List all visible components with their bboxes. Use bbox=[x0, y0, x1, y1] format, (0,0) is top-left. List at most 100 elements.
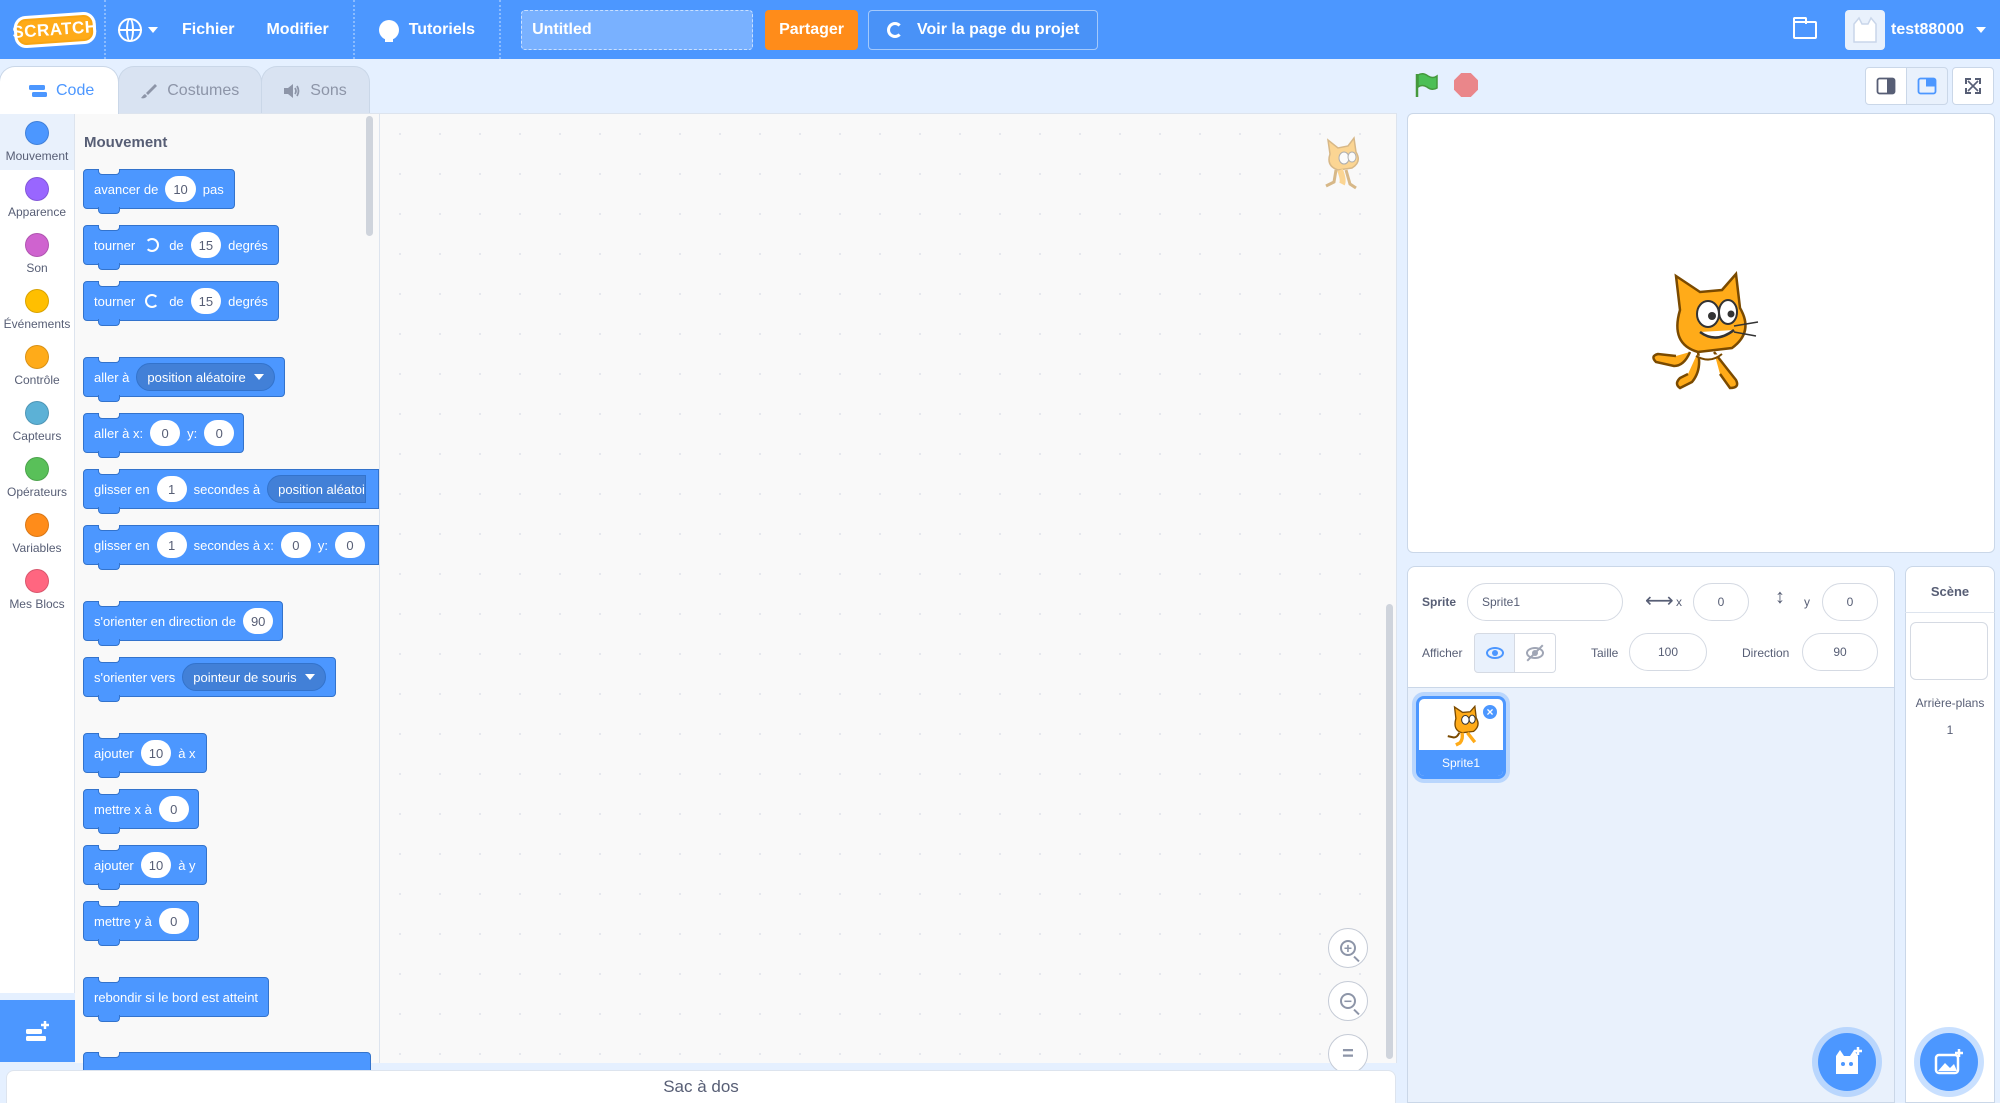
zoom-in-button[interactable]: + bbox=[1328, 928, 1368, 968]
choose-sprite-button[interactable] bbox=[1818, 1033, 1876, 1091]
x-input[interactable]: 0 bbox=[158, 796, 189, 822]
project-title-input[interactable] bbox=[521, 9, 754, 50]
category-dot bbox=[25, 177, 49, 201]
language-menu[interactable] bbox=[114, 0, 166, 59]
chevron-down-icon[interactable] bbox=[1976, 26, 1986, 33]
category-label: Son bbox=[26, 261, 48, 275]
block-glide-to[interactable]: glisser en 1 secondes à position aléatoi bbox=[83, 469, 379, 514]
towards-dropdown[interactable]: pointeur de souris bbox=[182, 663, 326, 691]
degrees-input[interactable]: 15 bbox=[190, 232, 222, 258]
category-my-blocks[interactable]: Mes Blocs bbox=[0, 562, 74, 618]
category-variables[interactable]: Variables bbox=[0, 506, 74, 562]
block-go-to-xy[interactable]: aller à x: 0 y: 0 bbox=[83, 413, 245, 458]
palette-scrollbar[interactable] bbox=[366, 116, 373, 236]
see-project-page-button[interactable]: Voir la page du projet bbox=[867, 9, 1099, 50]
block-set-y[interactable]: mettre y à 0 bbox=[83, 901, 199, 946]
rotate-right-icon bbox=[145, 238, 160, 252]
block-change-x[interactable]: ajouter 10 à x bbox=[83, 733, 207, 778]
x-input[interactable]: 0 bbox=[150, 420, 181, 446]
y-input[interactable]: 0 bbox=[334, 532, 365, 558]
category-label: Mes Blocs bbox=[9, 597, 65, 611]
y-position-input[interactable] bbox=[1822, 583, 1878, 621]
target-dropdown[interactable]: position aléatoire bbox=[136, 363, 275, 391]
show-sprite-button[interactable] bbox=[1474, 633, 1515, 673]
choose-backdrop-button[interactable] bbox=[1920, 1033, 1978, 1091]
y-input[interactable]: 0 bbox=[204, 420, 235, 446]
seconds-input[interactable]: 1 bbox=[156, 532, 187, 558]
script-area-scrollbar[interactable] bbox=[1386, 604, 1393, 1059]
sprite-name-input[interactable] bbox=[1467, 583, 1623, 621]
steps-input[interactable]: 10 bbox=[165, 176, 196, 202]
tab-sounds[interactable]: Sons bbox=[261, 66, 370, 114]
x-input[interactable]: 0 bbox=[280, 532, 311, 558]
category-motion[interactable]: Mouvement bbox=[0, 114, 74, 170]
tab-costumes[interactable]: Costumes bbox=[118, 66, 263, 114]
category-control[interactable]: Contrôle bbox=[0, 338, 74, 394]
fullscreen-button[interactable] bbox=[1952, 67, 1994, 105]
category-looks[interactable]: Apparence bbox=[0, 170, 74, 226]
large-stage-button[interactable] bbox=[1906, 67, 1948, 105]
block-glide-to-xy[interactable]: glisser en 1 secondes à x: 0 y: 0 bbox=[83, 525, 379, 570]
block-point-towards[interactable]: s'orienter vers pointeur de souris bbox=[83, 657, 336, 702]
category-sound[interactable]: Son bbox=[0, 226, 74, 282]
zoom-reset-button[interactable]: = bbox=[1328, 1034, 1368, 1074]
category-dot bbox=[25, 289, 49, 313]
sprite-cat-on-stage[interactable] bbox=[1636, 270, 1766, 400]
menu-bar: SCRATCH Fichier Modifier Tutoriels Parta… bbox=[0, 0, 2000, 59]
green-flag-icon[interactable] bbox=[1413, 72, 1439, 98]
size-input[interactable] bbox=[1629, 633, 1707, 671]
x-position-input[interactable] bbox=[1693, 583, 1749, 621]
small-stage-button[interactable] bbox=[1865, 67, 1907, 105]
script-area[interactable] bbox=[380, 113, 1397, 1063]
globe-icon bbox=[118, 17, 142, 42]
category-sensing[interactable]: Capteurs bbox=[0, 394, 74, 450]
direction-input[interactable] bbox=[1802, 633, 1878, 671]
category-menu: Mouvement Apparence Son Événements Contr… bbox=[0, 113, 75, 993]
block-point-in-direction[interactable]: s'orienter en direction de 90 bbox=[83, 601, 284, 646]
block-bounce-on-edge[interactable]: rebondir si le bord est atteint bbox=[83, 977, 270, 1022]
dx-input[interactable]: 10 bbox=[140, 740, 172, 766]
zoom-out-button[interactable]: − bbox=[1328, 981, 1368, 1021]
category-operators[interactable]: Opérateurs bbox=[0, 450, 74, 506]
edit-menu[interactable]: Modifier bbox=[250, 0, 344, 59]
username[interactable]: test88000 bbox=[1891, 21, 1964, 39]
category-events[interactable]: Événements bbox=[0, 282, 74, 338]
palette-heading: Mouvement bbox=[84, 134, 168, 151]
block-go-to[interactable]: aller à position aléatoire bbox=[83, 357, 285, 402]
add-backdrop-icon bbox=[1934, 1049, 1963, 1075]
tab-code[interactable]: Code bbox=[0, 66, 120, 114]
stop-icon[interactable] bbox=[1454, 73, 1478, 97]
block-move-steps[interactable]: avancer de 10 pas bbox=[83, 169, 235, 214]
backpack[interactable]: Sac à dos bbox=[6, 1070, 1396, 1103]
block-turn-left[interactable]: tourner de 15 degrés bbox=[83, 281, 279, 326]
avatar[interactable] bbox=[1845, 9, 1886, 50]
scratch-logo[interactable]: SCRATCH bbox=[12, 10, 98, 49]
account-area: test88000 bbox=[1793, 0, 2000, 59]
tutorials-button[interactable]: Tutoriels bbox=[363, 0, 491, 59]
file-menu[interactable]: Fichier bbox=[166, 0, 250, 59]
block-set-x[interactable]: mettre x à 0 bbox=[83, 789, 199, 834]
size-label: Taille bbox=[1591, 646, 1619, 660]
zoom-out-icon: − bbox=[1340, 993, 1356, 1009]
block-change-y[interactable]: ajouter 10 à y bbox=[83, 845, 207, 890]
category-label: Opérateurs bbox=[6, 485, 68, 499]
add-extension-button[interactable] bbox=[0, 1000, 75, 1062]
tab-costumes-label: Costumes bbox=[167, 81, 240, 99]
speaker-icon bbox=[284, 83, 300, 98]
menu-separator bbox=[352, 0, 355, 59]
tab-sounds-label: Sons bbox=[310, 81, 347, 99]
delete-sprite-button[interactable]: × bbox=[1481, 703, 1499, 721]
cat-avatar-icon bbox=[1853, 16, 1877, 43]
folder-icon[interactable] bbox=[1793, 16, 1818, 39]
dy-input[interactable]: 10 bbox=[140, 852, 172, 878]
degrees-input[interactable]: 15 bbox=[190, 288, 222, 314]
target-dropdown[interactable]: position aléatoi bbox=[267, 475, 366, 503]
direction-input[interactable]: 90 bbox=[242, 608, 274, 634]
share-button[interactable]: Partager bbox=[765, 9, 858, 50]
category-label: Événements bbox=[3, 317, 71, 331]
y-input[interactable]: 0 bbox=[158, 908, 189, 934]
backdrop-thumbnail[interactable] bbox=[1910, 622, 1988, 680]
hide-sprite-button[interactable] bbox=[1515, 633, 1556, 673]
seconds-input[interactable]: 1 bbox=[156, 476, 187, 502]
block-turn-right[interactable]: tourner de 15 degrés bbox=[83, 225, 279, 270]
